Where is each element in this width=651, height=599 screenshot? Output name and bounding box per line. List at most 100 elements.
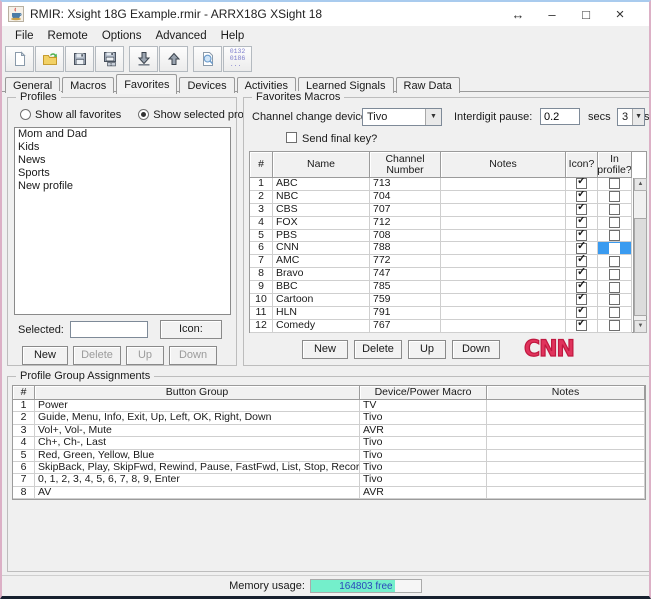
send-final-key-checkbox[interactable] xyxy=(286,132,297,146)
table-row[interactable]: 7 AMC 772 xyxy=(250,255,646,268)
cell-device[interactable]: Tivo xyxy=(360,474,487,486)
cell-notes[interactable] xyxy=(441,255,566,268)
cell-device[interactable]: Tivo xyxy=(360,450,487,462)
cell-icon-checkbox[interactable] xyxy=(566,204,598,217)
table-row[interactable]: 1 ABC 713 xyxy=(250,178,646,191)
cell-icon-checkbox[interactable] xyxy=(566,268,598,281)
cell-name[interactable]: PBS xyxy=(273,230,370,243)
cell-channel[interactable]: 712 xyxy=(370,217,441,230)
cell-device[interactable]: Tivo xyxy=(360,462,487,474)
table-row[interactable]: 10 Cartoon 759 xyxy=(250,294,646,307)
cell-notes[interactable] xyxy=(441,178,566,191)
table-row[interactable]: 3 Vol+, Vol-, Mute AVR xyxy=(13,425,645,437)
radio-show-selected-profile[interactable]: Show selected profile xyxy=(138,109,258,121)
cell-device[interactable]: AVR xyxy=(360,487,487,499)
digits-select[interactable]: 3 ▼ xyxy=(617,108,645,126)
cell-notes[interactable] xyxy=(441,281,566,294)
interdigit-pause-input[interactable] xyxy=(540,108,580,125)
cell-in-profile-checkbox[interactable] xyxy=(598,307,632,320)
table-row[interactable]: 8 AV AVR xyxy=(13,487,645,499)
favorites-new-button[interactable]: New xyxy=(302,340,348,359)
cell-icon-checkbox[interactable] xyxy=(566,307,598,320)
cell-button-group[interactable]: Ch+, Ch-, Last xyxy=(35,437,360,449)
save-button[interactable] xyxy=(65,46,94,72)
cell-name[interactable]: ABC xyxy=(273,178,370,191)
cell-name[interactable]: AMC xyxy=(273,255,370,268)
cell-channel[interactable]: 759 xyxy=(370,294,441,307)
cell-in-profile-checkbox-selected[interactable] xyxy=(598,242,632,255)
cell-button-group[interactable]: AV xyxy=(35,487,360,499)
list-item[interactable]: Mom and Dad xyxy=(15,128,230,141)
table-row[interactable]: 6 SkipBack, Play, SkipFwd, Rewind, Pause… xyxy=(13,462,645,474)
cell-notes[interactable] xyxy=(441,191,566,204)
cell-channel[interactable]: 791 xyxy=(370,307,441,320)
menu-advanced[interactable]: Advanced xyxy=(148,28,213,44)
cell-notes[interactable] xyxy=(441,320,566,333)
table-row[interactable]: 11 HLN 791 xyxy=(250,307,646,320)
close-button[interactable]: × xyxy=(603,6,637,23)
cell-in-profile-checkbox[interactable] xyxy=(598,294,632,307)
list-item[interactable]: News xyxy=(15,154,230,167)
table-row[interactable]: 4 FOX 712 xyxy=(250,217,646,230)
cell-notes[interactable] xyxy=(487,400,645,412)
cell-name[interactable]: CBS xyxy=(273,204,370,217)
cell-in-profile-checkbox[interactable] xyxy=(598,178,632,191)
table-row[interactable]: 9 BBC 785 xyxy=(250,281,646,294)
cell-notes[interactable] xyxy=(441,294,566,307)
cell-icon-checkbox[interactable] xyxy=(566,191,598,204)
cell-device[interactable]: Tivo xyxy=(360,412,487,424)
cell-notes[interactable] xyxy=(487,412,645,424)
cell-icon-checkbox[interactable] xyxy=(566,281,598,294)
cell-name[interactable]: Bravo xyxy=(273,268,370,281)
cell-notes[interactable] xyxy=(441,307,566,320)
new-file-button[interactable] xyxy=(5,46,34,72)
cell-notes[interactable] xyxy=(441,242,566,255)
cell-notes[interactable] xyxy=(441,217,566,230)
list-item[interactable]: New profile xyxy=(15,180,230,193)
cell-button-group[interactable]: 0, 1, 2, 3, 4, 5, 6, 7, 8, 9, Enter xyxy=(35,474,360,486)
table-row[interactable]: 8 Bravo 747 xyxy=(250,268,646,281)
cell-channel[interactable]: 747 xyxy=(370,268,441,281)
favorites-up-button[interactable]: Up xyxy=(408,340,446,359)
scroll-down-icon[interactable]: ▼ xyxy=(634,320,647,333)
menu-options[interactable]: Options xyxy=(95,28,149,44)
cell-button-group[interactable]: Vol+, Vol-, Mute xyxy=(35,425,360,437)
cell-in-profile-checkbox[interactable] xyxy=(598,217,632,230)
cell-channel[interactable]: 767 xyxy=(370,320,441,333)
cell-notes[interactable] xyxy=(487,474,645,486)
cell-in-profile-checkbox[interactable] xyxy=(598,281,632,294)
cell-in-profile-checkbox[interactable] xyxy=(598,268,632,281)
favorites-delete-button[interactable]: Delete xyxy=(354,340,402,359)
cell-channel[interactable]: 708 xyxy=(370,230,441,243)
cell-button-group[interactable]: Red, Green, Yellow, Blue xyxy=(35,450,360,462)
cell-icon-checkbox[interactable] xyxy=(566,320,598,333)
upload-to-remote-button[interactable] xyxy=(159,46,188,72)
cell-notes[interactable] xyxy=(487,462,645,474)
cell-channel[interactable]: 772 xyxy=(370,255,441,268)
profile-list[interactable]: Mom and Dad Kids News Sports New profile xyxy=(14,127,231,315)
save-as-button[interactable]: I xyxy=(95,46,124,72)
cell-notes[interactable] xyxy=(487,450,645,462)
profiles-new-button[interactable]: New xyxy=(22,346,68,365)
cell-in-profile-checkbox[interactable] xyxy=(598,230,632,243)
resize-icon[interactable]: ↔ xyxy=(501,7,535,22)
table-row[interactable]: 7 0, 1, 2, 3, 4, 5, 6, 7, 8, 9, Enter Ti… xyxy=(13,474,645,486)
tab-favorites[interactable]: Favorites xyxy=(116,74,177,94)
scrollbar-thumb[interactable] xyxy=(634,218,647,316)
maximize-button[interactable]: □ xyxy=(569,7,603,22)
cell-channel[interactable]: 713 xyxy=(370,178,441,191)
cell-name[interactable]: BBC xyxy=(273,281,370,294)
channel-change-device-select[interactable]: Tivo ▼ xyxy=(362,108,442,126)
cell-channel[interactable]: 785 xyxy=(370,281,441,294)
cell-notes[interactable] xyxy=(487,437,645,449)
favorites-down-button[interactable]: Down xyxy=(452,340,500,359)
cell-name[interactable]: NBC xyxy=(273,191,370,204)
vertical-scrollbar[interactable]: ▲ ▼ xyxy=(633,178,646,333)
cell-name[interactable]: FOX xyxy=(273,217,370,230)
menu-remote[interactable]: Remote xyxy=(41,28,95,44)
raw-protocol-button[interactable]: 0132 0186 ... xyxy=(223,46,252,72)
cell-icon-checkbox[interactable] xyxy=(566,255,598,268)
cell-notes[interactable] xyxy=(441,268,566,281)
tab-macros[interactable]: Macros xyxy=(62,77,114,93)
table-row[interactable]: 2 NBC 704 xyxy=(250,191,646,204)
